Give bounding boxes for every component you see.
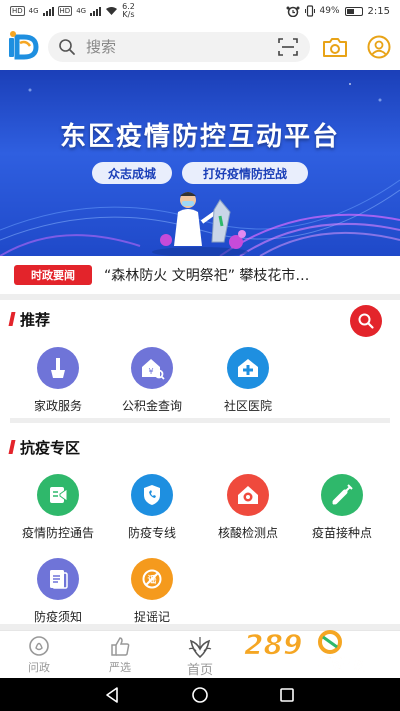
network-2-label: 4G (76, 7, 87, 15)
battery-percent: 49% (319, 6, 340, 16)
tile-vaccine-site[interactable]: 疫苗接种点 (297, 474, 387, 541)
signal-2-icon (90, 6, 102, 16)
status-left: HD 4G HD 4G 6.2 K/s (10, 3, 135, 19)
news-headline[interactable]: “森林防火 文明祭祀” 攀枝花市… (104, 265, 386, 285)
tile-label: 防疫专线 (127, 526, 176, 540)
battery-icon (344, 6, 363, 16)
banner[interactable]: 东区疫情防控互动平台 众志成城 打好疫情防控战 (0, 70, 400, 256)
doctor-illustration-icon (152, 192, 248, 256)
banner-slogan-2: 打好疫情防控战 (182, 162, 308, 184)
tile-label: 核酸检测点 (217, 526, 278, 540)
antiepidemic-section-title: 抗疫专区 (20, 438, 81, 457)
nav-item-home[interactable]: 首页 (170, 635, 230, 678)
tile-label: 疫情防控通告 (21, 526, 94, 540)
camera-icon[interactable] (322, 36, 348, 58)
recommend-search-button[interactable] (350, 305, 382, 337)
tile-hospital[interactable]: 社区医院 (203, 347, 293, 414)
banner-slogan-1: 众志成城 (92, 162, 172, 184)
news-ticker[interactable]: 时政要闻 “森林防火 文明祭祀” 攀枝花市… (0, 256, 400, 294)
back-icon[interactable] (104, 686, 120, 704)
svg-text:¥: ¥ (148, 367, 153, 376)
tile-label: 疫苗接种点 (311, 526, 372, 540)
rumor-icon: 谣 (131, 558, 173, 600)
section-divider (10, 418, 390, 423)
tile-epidemic-notice[interactable]: 疫情防控通告 (13, 474, 103, 541)
tile-label: 防疫须知 (33, 610, 82, 624)
clock: 2:15 (367, 5, 390, 17)
fund-query-icon: ¥ (131, 347, 173, 389)
tile-fund-query[interactable]: ¥ 公积金查询 (107, 347, 197, 414)
search-icon (59, 39, 75, 55)
nav-item-selection[interactable]: 严选 (90, 635, 150, 675)
tile-label: 家政服务 (33, 399, 82, 413)
vibrate-icon (304, 5, 315, 17)
hospital-icon (227, 347, 269, 389)
search-input[interactable] (86, 38, 256, 56)
recommend-section-title: 推荐 (20, 310, 51, 329)
svg-text:谣: 谣 (147, 574, 156, 586)
alarm-icon (286, 6, 300, 17)
antiepidemic-section-header: 抗疫专区 (8, 436, 81, 458)
app-header (0, 22, 400, 70)
wifi-icon (106, 7, 118, 15)
tile-label: 社区医院 (223, 399, 272, 413)
nav-label: 首页 (186, 663, 213, 678)
tile-label: 公积金查询 (121, 399, 182, 413)
hotline-icon (131, 474, 173, 516)
notice-icon (37, 474, 79, 516)
recent-apps-icon[interactable] (279, 687, 295, 703)
search-icon (358, 313, 374, 329)
tile-housekeeping[interactable]: 家政服务 (13, 347, 103, 414)
status-right: 49% 2:15 (286, 5, 390, 17)
tile-rumor-catcher[interactable]: 谣 捉谣记 (107, 558, 197, 625)
tile-label: 捉谣记 (133, 610, 170, 624)
section-accent-bar (8, 440, 16, 454)
nav-label: 严选 (109, 661, 131, 674)
signal-1-icon (42, 6, 54, 16)
section-accent-bar (8, 312, 16, 326)
tile-test-site[interactable]: 核酸检测点 (203, 474, 293, 541)
network-speed-unit: K/s (122, 10, 135, 19)
nav-item-ask-gov[interactable]: 问政 (9, 635, 69, 675)
housekeeping-icon (37, 347, 79, 389)
watermark-brand: 289 (244, 628, 302, 661)
chat-icon (29, 636, 49, 656)
system-nav-bar (0, 678, 400, 711)
search-bar[interactable] (48, 32, 310, 62)
scan-icon[interactable] (278, 38, 298, 56)
recommend-section-header: 推荐 (8, 308, 51, 330)
tile-epidemic-guide[interactable]: 防疫须知 (13, 558, 103, 625)
sim2-badge: HD (57, 6, 73, 16)
battery-fill (346, 8, 354, 14)
news-tag: 时政要闻 (14, 265, 92, 285)
vaccine-icon (321, 474, 363, 516)
guide-icon (37, 558, 79, 600)
network-1-label: 4G (28, 7, 39, 15)
watermark-logo: 289 手游网 (244, 628, 367, 675)
tile-hotline[interactable]: 防疫专线 (107, 474, 197, 541)
user-profile-icon[interactable] (367, 35, 391, 59)
network-speed: 6.2 K/s (122, 3, 135, 19)
home-flower-icon (188, 637, 212, 659)
nav-label: 问政 (28, 661, 50, 674)
test-site-icon (227, 474, 269, 516)
home-button-icon[interactable] (191, 686, 209, 704)
status-bar: HD 4G HD 4G 6.2 K/s 49% 2:15 (0, 0, 400, 22)
sim1-badge: HD (10, 6, 25, 16)
section-divider (0, 294, 400, 300)
app-logo-icon (9, 31, 39, 60)
watermark-text: 手游网 (318, 655, 366, 674)
thumbs-up-icon (111, 637, 130, 656)
banner-title: 东区疫情防控互动平台 (59, 122, 340, 152)
